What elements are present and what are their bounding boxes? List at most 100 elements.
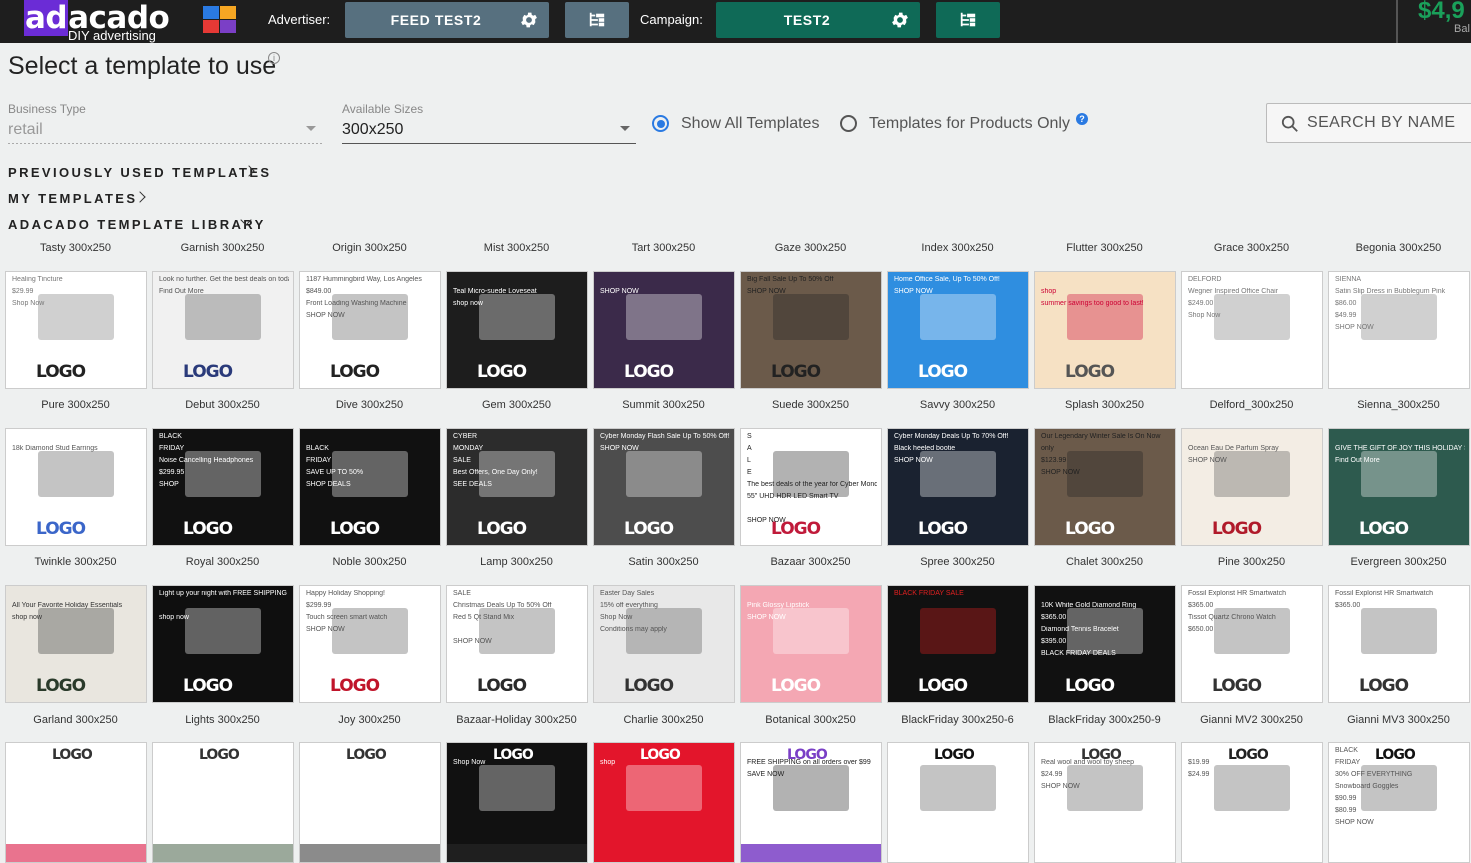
template-card[interactable]: LOGO FREE SHIPPING on all orders over $99… [740, 742, 882, 863]
template-text: $395.00 [1041, 638, 1067, 645]
template-logo-text: LOGO [1359, 676, 1409, 696]
template-preview-image [185, 294, 261, 340]
template-card[interactable]: LOGO shop summer savings too good to last! [1034, 271, 1176, 389]
template-name: BlackFriday 300x250-9 [1048, 714, 1161, 726]
template-text: Fossil Explorist HR Smartwatch [1188, 590, 1287, 597]
template-card[interactable]: CYBER MONDAY SALE Best Offers, One Day Only… [446, 428, 588, 546]
template-card[interactable]: LOGO Pink Glossy Lipstick SHOP NOW [740, 585, 882, 703]
template-name: Origin 300x250 [332, 242, 407, 254]
template-card[interactable]: Cyber Monday Deals Up To 70% Off! Black h… [887, 428, 1029, 546]
template-card[interactable]: LOGO [887, 742, 1029, 863]
template-logo-text: LOGO [477, 676, 527, 696]
balance-widget[interactable]: $4,9 Bal [1396, 0, 1471, 43]
template-card[interactable]: LOGO All Your Favorite Holiday Essentials… [5, 585, 147, 703]
section-template-library[interactable]: ADACADO TEMPLATE LIBRARY [8, 217, 266, 232]
template-card[interactable]: Look no further. Get the best deals on t… [152, 271, 294, 389]
template-card[interactable]: BLACK FRIDAY SALE LOGO [887, 585, 1029, 703]
products-only-radio[interactable] [840, 115, 857, 132]
template-text: Snowboard Goggles [1335, 783, 1399, 790]
template-card[interactable]: DELFORD Wegner Inspired Office Chair $249.… [1181, 271, 1323, 389]
apps-grid-icon[interactable] [203, 6, 239, 36]
template-card[interactable]: Fossil Explorist HR Smartwatch $365.00 Tis… [1181, 585, 1323, 703]
template-card[interactable]: LOGO 18k Diamond Stud Earrings [5, 428, 147, 546]
template-logo-text: LOGO [1065, 362, 1115, 382]
advertiser-selector[interactable]: FEED TEST2 [345, 2, 549, 38]
template-card[interactable]: SIENNA Satin Slip Dress in Bubblegum Pink… [1328, 271, 1470, 389]
template-text: $24.99 [1188, 771, 1210, 778]
template-text: summer savings too good to last! [1041, 300, 1144, 307]
template-card[interactable]: LOGO BLACK FRIDAY SAVE UP TO 50% SHOP DEALS [299, 428, 441, 546]
advertiser-settings-gear-icon[interactable] [519, 10, 539, 30]
template-text: $365.00 [1041, 614, 1067, 621]
template-card[interactable]: Our Legendary Winter Sale Is On Now only $… [1034, 428, 1176, 546]
section-my-templates[interactable]: MY TEMPLATES [8, 191, 137, 206]
template-text: Cyber Monday Deals Up To 70% Off! [894, 433, 1009, 440]
section-previously-used[interactable]: PREVIOUSLY USED TEMPLATES [8, 165, 271, 180]
advertiser-hierarchy-button[interactable] [565, 2, 629, 38]
template-text: All Your Favorite Holiday Essentials [12, 602, 123, 609]
template-logo-text: LOGO [918, 676, 968, 696]
template-logo-text: LOGO [330, 519, 380, 539]
help-icon[interactable]: ? [1076, 113, 1088, 125]
advertiser-label: Advertiser: [268, 12, 331, 27]
template-name: Gem 300x250 [481, 399, 552, 411]
template-card[interactable]: SALE Christmas Deals Up To 50% Off Red 5 Q… [446, 585, 588, 703]
template-text: SHOP NOW [894, 457, 933, 464]
template-preview-image [38, 451, 114, 497]
template-name: Pure 300x250 [41, 399, 110, 411]
campaign-selector[interactable]: TEST2 [716, 2, 920, 38]
template-text: SALE [453, 457, 471, 464]
business-type-select[interactable] [8, 143, 322, 144]
template-card[interactable]: Easter Day Sales 15% off everything Shop N… [593, 585, 735, 703]
template-card[interactable]: LOGO GIVE THE GIFT OF JOY THIS HOLIDAY SE… [1328, 428, 1470, 546]
template-name: Twinkle 300x250 [34, 556, 117, 568]
show-all-radio[interactable] [652, 115, 669, 132]
template-card[interactable]: Happy Holiday Shopping! $299.99 Touch scre… [299, 585, 441, 703]
products-only-label[interactable]: Templates for Products Only [869, 115, 1070, 133]
template-card[interactable]: BLACK FRIDAY Noise Cancelling Headphones $2… [152, 428, 294, 546]
template-card[interactable]: LOGO shop [593, 742, 735, 863]
template-logo-text: LOGO [36, 362, 86, 382]
template-logo-text: LOGO [624, 362, 674, 382]
template-footer-bar [447, 844, 587, 862]
template-card[interactable]: LOGO $19.99 $24.99 [1181, 742, 1323, 863]
template-card[interactable]: LOGO Teal Micro-suede Loveseat shop now [446, 271, 588, 389]
template-card[interactable]: Home Office Sale, Up To 50% Off! SHOP NOW… [887, 271, 1029, 389]
template-card[interactable]: BLACK FRIDAY 30% OFF EVERYTHING Snowboard G… [1328, 742, 1470, 863]
search-box[interactable]: SEARCH BY NAME [1266, 103, 1471, 143]
template-text: SHOP NOW [306, 626, 345, 633]
template-card[interactable]: Light up your night with FREE SHIPPING o… [152, 585, 294, 703]
template-card[interactable]: LOGO 10K White Gold Diamond Ring $365.00 Di… [1034, 585, 1176, 703]
template-card[interactable]: Fossil Explorist HR Smartwatch $365.00 LOG… [1328, 585, 1470, 703]
template-text: SHOP NOW [1335, 324, 1374, 331]
campaign-hierarchy-button[interactable] [936, 2, 1000, 38]
template-card[interactable]: S A L E The best deals of the year for Cyber… [740, 428, 882, 546]
show-all-label[interactable]: Show All Templates [681, 115, 819, 133]
template-text: SAVE NOW [747, 771, 785, 778]
template-card[interactable]: LOGO Shop Now [446, 742, 588, 863]
template-card[interactable]: LOGO SHOP NOW [593, 271, 735, 389]
sizes-select[interactable] [342, 143, 636, 144]
template-card[interactable]: Healing Tincture $29.99 Shop Now LOGO [5, 271, 147, 389]
template-text: DELFORD [1188, 276, 1222, 283]
template-name: Noble 300x250 [332, 556, 407, 568]
template-card[interactable]: 1187 Hummingbird Way, Los Angeles $849.00… [299, 271, 441, 389]
info-icon[interactable]: i [268, 52, 280, 64]
template-card[interactable]: LOGO Ocean Eau De Parfum Spray SHOP NOW [1181, 428, 1323, 546]
template-card[interactable]: Cyber Monday Flash Sale Up To 50% Off! SH… [593, 428, 735, 546]
template-name: Mist 300x250 [483, 242, 550, 254]
template-card[interactable]: LOGO browse now [152, 742, 294, 863]
template-text: SHOP [159, 481, 179, 488]
template-text: Pink Glossy Lipstick [747, 602, 810, 609]
template-card[interactable]: LOGO Real wool and wool toy sheep $24.99 SH… [1034, 742, 1176, 863]
template-card[interactable]: LOGO SHOP NOW [5, 742, 147, 863]
search-input[interactable]: SEARCH BY NAME [1307, 114, 1455, 132]
template-name: Splash 300x250 [1065, 399, 1144, 411]
template-card[interactable]: Big Fall Sale Up To 50% Off SHOP NOW LOGO [740, 271, 882, 389]
adacado-logo[interactable]: adacado DIY advertising [24, 0, 170, 43]
template-logo-text: LOGO [918, 362, 968, 382]
template-card[interactable]: LOGO shop now [299, 742, 441, 863]
template-logo-text: LOGO [477, 362, 527, 382]
template-text: SHOP NOW [747, 517, 786, 524]
campaign-settings-gear-icon[interactable] [890, 10, 910, 30]
